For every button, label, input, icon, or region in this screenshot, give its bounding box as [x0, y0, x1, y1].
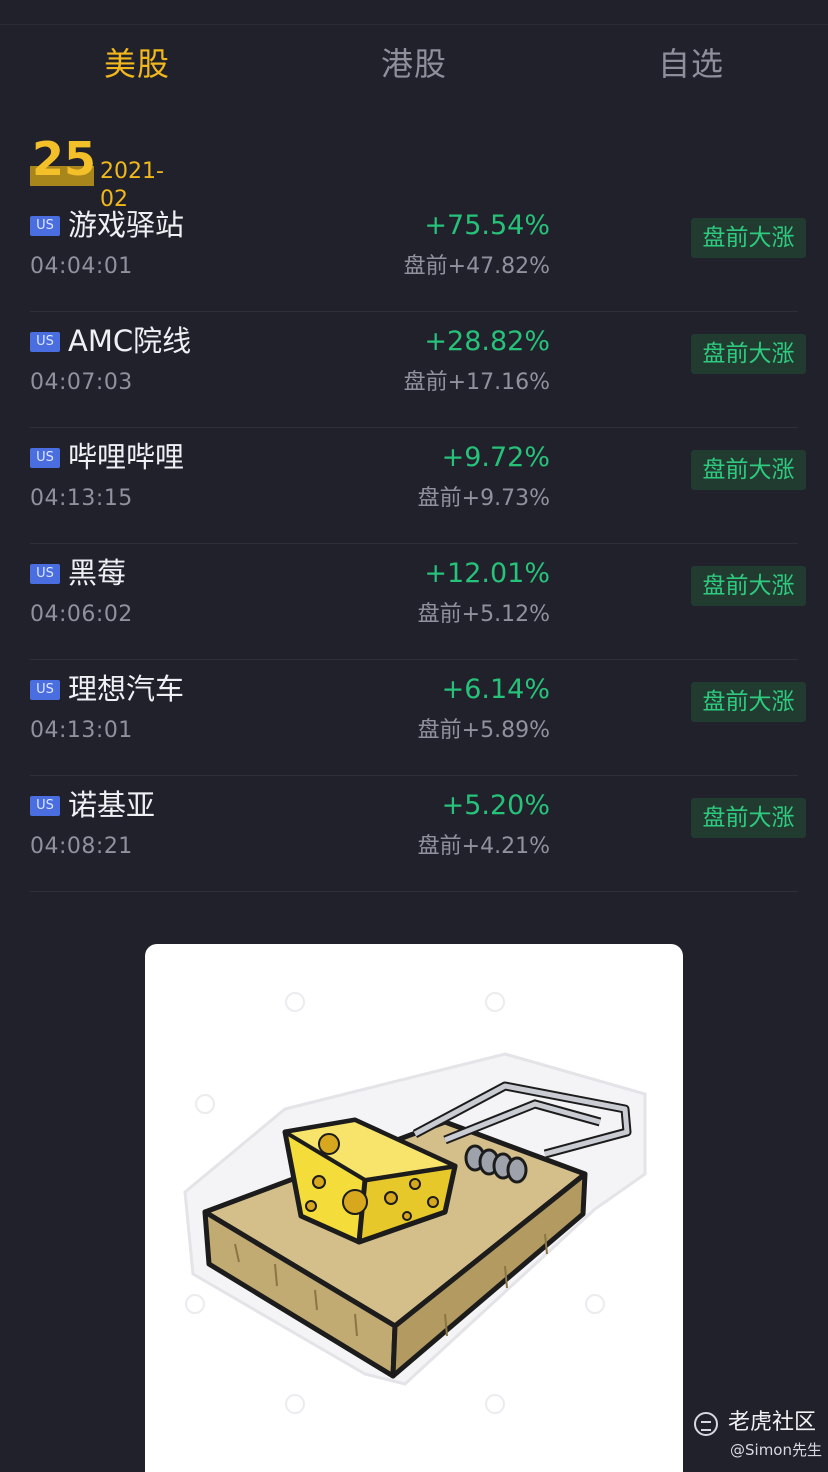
stock-change: +12.01% — [424, 558, 550, 589]
stock-name: 游戏驿站 — [68, 208, 185, 242]
stock-change: +5.20% — [441, 790, 550, 821]
premarket-change: 盘前+9.73% — [417, 486, 550, 511]
stock-row[interactable]: US 游戏驿站 04:04:01 +75.54% 盘前+47.82% 盘前大涨 — [30, 196, 806, 312]
tab-watchlist[interactable]: 自选 — [658, 40, 724, 88]
market-badge: US — [30, 564, 60, 584]
market-badge: US — [30, 216, 60, 236]
premarket-surge-tag: 盘前大涨 — [691, 334, 806, 374]
stock-time: 04:07:03 — [30, 370, 133, 395]
community-watermark: 老虎社区 @Simon先生 — [694, 1408, 824, 1466]
premarket-change: 盘前+17.16% — [403, 370, 550, 395]
stock-name: 诺基亚 — [68, 788, 156, 822]
stock-row[interactable]: US 哔哩哔哩 04:13:15 +9.72% 盘前+9.73% 盘前大涨 — [30, 428, 806, 544]
tab-us-stocks[interactable]: 美股 — [104, 40, 170, 88]
watermark-user: @Simon先生 — [730, 1441, 822, 1459]
market-badge: US — [30, 332, 60, 352]
stock-time: 04:13:01 — [30, 718, 133, 743]
market-badge: US — [30, 680, 60, 700]
stock-change: +9.72% — [441, 442, 550, 473]
stock-name: 理想汽车 — [68, 672, 185, 706]
stock-name: AMC院线 — [68, 324, 192, 358]
stock-row[interactable]: US 黑莓 04:06:02 +12.01% 盘前+5.12% 盘前大涨 — [30, 544, 806, 660]
premarket-surge-tag: 盘前大涨 — [691, 450, 806, 490]
premarket-surge-tag: 盘前大涨 — [691, 798, 806, 838]
market-badge: US — [30, 448, 60, 468]
stock-row[interactable]: US 诺基亚 04:08:21 +5.20% 盘前+4.21% 盘前大涨 — [30, 776, 806, 892]
stock-change: +75.54% — [424, 210, 550, 241]
premarket-change: 盘前+4.21% — [417, 834, 550, 859]
premarket-surge-tag: 盘前大涨 — [691, 682, 806, 722]
stock-row[interactable]: US 理想汽车 04:13:01 +6.14% 盘前+5.89% 盘前大涨 — [30, 660, 806, 776]
page: 美股 港股 自选 25 2021-02 US 游戏驿站 04:04:01 +75… — [0, 0, 828, 1472]
market-tabs: 美股 港股 自选 — [0, 40, 828, 90]
tiger-logo-icon — [694, 1412, 718, 1436]
stock-time: 04:06:02 — [30, 602, 133, 627]
premarket-change: 盘前+5.89% — [417, 718, 550, 743]
stock-time: 04:04:01 — [30, 254, 133, 279]
stock-time: 04:13:15 — [30, 486, 133, 511]
mousetrap-cheese-illustration — [183, 992, 647, 1414]
stock-change: +6.14% — [441, 674, 550, 705]
stock-name: 哔哩哔哩 — [68, 440, 185, 474]
premarket-surge-tag: 盘前大涨 — [691, 218, 806, 258]
premarket-surge-tag: 盘前大涨 — [691, 566, 806, 606]
date-day-block: 25 — [30, 132, 97, 186]
premarket-change: 盘前+47.82% — [403, 254, 550, 279]
tab-hk-stocks[interactable]: 港股 — [381, 40, 447, 88]
premarket-change: 盘前+5.12% — [417, 602, 550, 627]
stock-change: +28.82% — [424, 326, 550, 357]
stock-time: 04:08:21 — [30, 834, 133, 859]
top-divider — [0, 24, 828, 25]
mousetrap-cheese-image — [145, 944, 683, 1472]
stock-name: 黑莓 — [68, 556, 127, 590]
market-badge: US — [30, 796, 60, 816]
date-day: 25 — [32, 132, 97, 186]
watermark-title: 老虎社区 — [728, 1410, 817, 1435]
stock-row[interactable]: US AMC院线 04:07:03 +28.82% 盘前+17.16% 盘前大涨 — [30, 312, 806, 428]
